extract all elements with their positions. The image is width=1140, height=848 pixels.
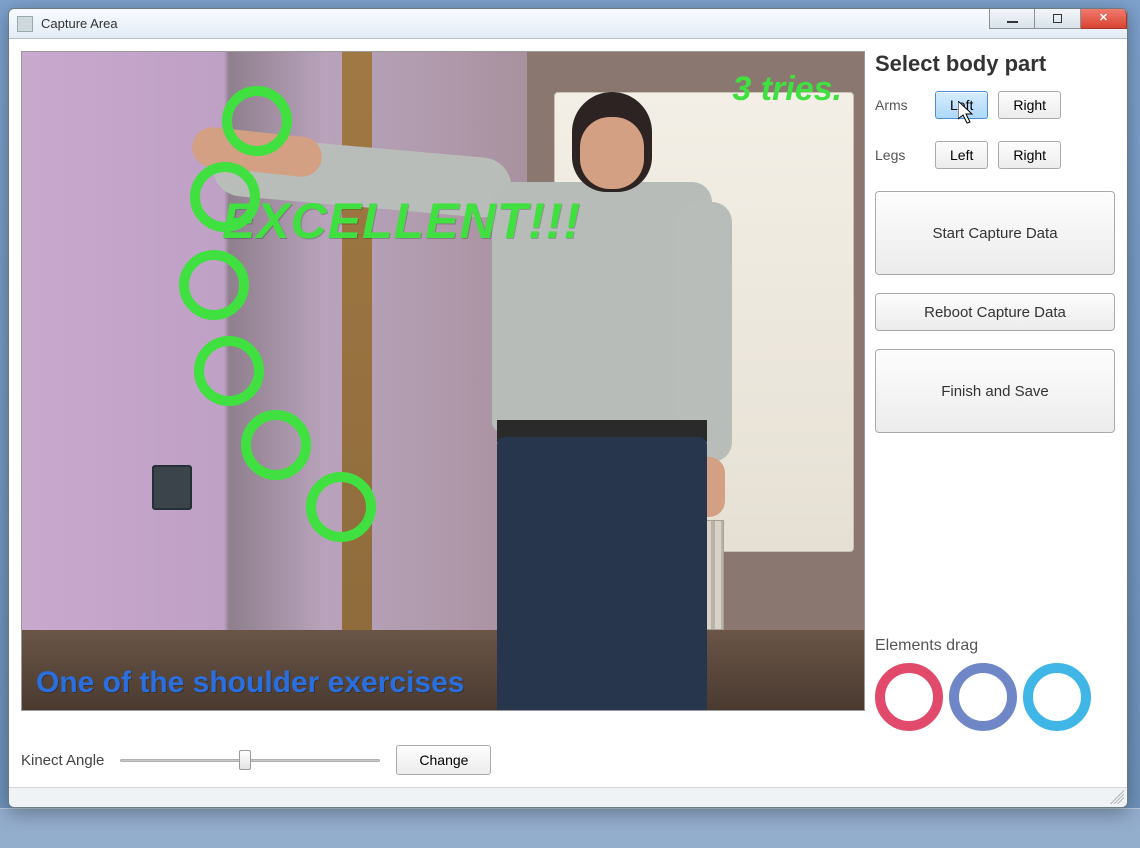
footer-controls: Kinect Angle Change bbox=[21, 741, 1115, 775]
minimize-button[interactable] bbox=[989, 9, 1035, 29]
window-title: Capture Area bbox=[41, 16, 118, 31]
drag-circles-row bbox=[875, 663, 1115, 731]
sidebar-title: Select body part bbox=[875, 51, 1115, 77]
exercise-caption: One of the shoulder exercises bbox=[36, 666, 464, 700]
reboot-capture-button[interactable]: Reboot Capture Data bbox=[875, 293, 1115, 331]
close-button[interactable]: ✕ bbox=[1081, 9, 1127, 29]
elements-drag-label: Elements drag bbox=[875, 637, 1115, 655]
maximize-button[interactable] bbox=[1035, 9, 1081, 29]
tries-counter: 3 tries. bbox=[732, 70, 842, 109]
kinect-angle-slider[interactable] bbox=[120, 750, 380, 770]
trajectory-marker[interactable] bbox=[222, 86, 292, 156]
title-bar[interactable]: Capture Area ✕ bbox=[9, 9, 1127, 39]
finish-save-button[interactable]: Finish and Save bbox=[875, 349, 1115, 433]
desktop-background: Capture Area ✕ bbox=[0, 0, 1140, 848]
drag-element-1[interactable] bbox=[875, 663, 943, 731]
trajectory-marker[interactable] bbox=[241, 410, 311, 480]
window-controls: ✕ bbox=[989, 9, 1127, 29]
close-icon: ✕ bbox=[1099, 13, 1108, 24]
legs-label: Legs bbox=[875, 147, 925, 163]
arms-label: Arms bbox=[875, 97, 925, 113]
trajectory-marker[interactable] bbox=[306, 472, 376, 542]
legs-row: Legs Left Right bbox=[875, 141, 1115, 169]
scene-outlet bbox=[152, 465, 192, 510]
sidebar: Select body part Arms Left Right L bbox=[875, 51, 1115, 731]
feedback-text: EXCELLENT!!! bbox=[222, 192, 581, 250]
drag-element-2[interactable] bbox=[949, 663, 1017, 731]
trajectory-marker[interactable] bbox=[194, 336, 264, 406]
slider-thumb[interactable] bbox=[239, 750, 251, 770]
drag-element-3[interactable] bbox=[1023, 663, 1091, 731]
change-button[interactable]: Change bbox=[396, 745, 491, 775]
legs-left-button[interactable]: Left bbox=[935, 141, 988, 169]
scene-person bbox=[402, 72, 742, 711]
trajectory-marker[interactable] bbox=[179, 250, 249, 320]
client-area: EXCELLENT!!! 3 tries. One of the shoulde… bbox=[9, 39, 1127, 787]
arms-right-button[interactable]: Right bbox=[998, 91, 1061, 119]
capture-video-area[interactable]: EXCELLENT!!! 3 tries. One of the shoulde… bbox=[21, 51, 865, 711]
minimize-icon bbox=[1007, 21, 1018, 23]
trajectory-marker[interactable] bbox=[190, 162, 260, 232]
taskbar-strip bbox=[0, 808, 1140, 848]
legs-right-button[interactable]: Right bbox=[998, 141, 1061, 169]
maximize-icon bbox=[1053, 14, 1062, 23]
arms-row: Arms Left Right bbox=[875, 91, 1115, 119]
app-window: Capture Area ✕ bbox=[8, 8, 1128, 808]
app-icon bbox=[17, 16, 33, 32]
kinect-angle-label: Kinect Angle bbox=[21, 752, 104, 769]
status-bar bbox=[9, 787, 1127, 807]
start-capture-button[interactable]: Start Capture Data bbox=[875, 191, 1115, 275]
arms-left-button[interactable]: Left bbox=[935, 91, 988, 119]
resize-grip[interactable] bbox=[1110, 790, 1124, 804]
